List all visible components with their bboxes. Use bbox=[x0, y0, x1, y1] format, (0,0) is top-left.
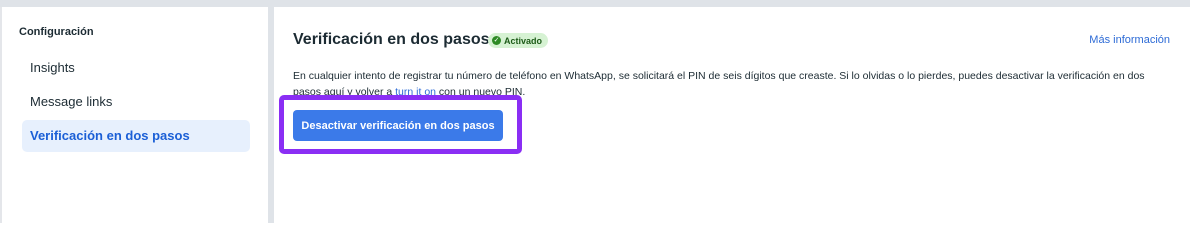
sidebar-item-two-step-verification[interactable]: Verificación en dos pasos bbox=[22, 120, 250, 152]
main-panel: Verificación en dos pasos ✓ Activado Más… bbox=[274, 7, 1190, 223]
status-badge: ✓ Activado bbox=[488, 33, 549, 48]
page-title: Verificación en dos pasos bbox=[293, 31, 490, 48]
status-badge-label: Activado bbox=[504, 35, 543, 46]
top-border bbox=[0, 0, 1190, 7]
sidebar-item-insights[interactable]: Insights bbox=[22, 52, 250, 84]
check-circle-icon: ✓ bbox=[492, 36, 501, 45]
sidebar-heading: Configuración bbox=[19, 26, 94, 38]
more-info-link[interactable]: Más información bbox=[1089, 34, 1170, 46]
sidebar: Configuración Insights Message links Ver… bbox=[0, 7, 268, 223]
disable-two-step-button[interactable]: Desactivar verificación en dos pasos bbox=[293, 110, 503, 141]
sidebar-item-message-links[interactable]: Message links bbox=[22, 86, 250, 118]
